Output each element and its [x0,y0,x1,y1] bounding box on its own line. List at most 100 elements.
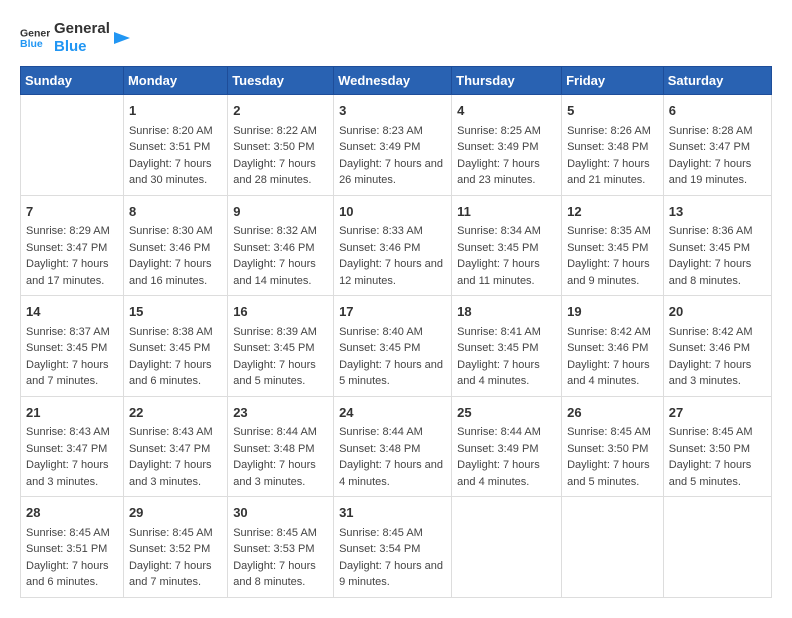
calendar-cell: 14Sunrise: 8:37 AMSunset: 3:45 PMDayligh… [21,296,124,397]
calendar-cell: 6Sunrise: 8:28 AMSunset: 3:47 PMDaylight… [663,95,771,196]
sunset-text: Sunset: 3:51 PM [26,541,118,558]
day-number: 1 [129,101,222,121]
calendar-cell: 11Sunrise: 8:34 AMSunset: 3:45 PMDayligh… [452,195,562,296]
sunset-text: Sunset: 3:45 PM [457,240,556,257]
calendar-cell: 30Sunrise: 8:45 AMSunset: 3:53 PMDayligh… [228,497,334,598]
logo: General Blue General Blue [20,20,132,56]
header-tuesday: Tuesday [228,67,334,95]
daylight-text: Daylight: 7 hours and 4 minutes. [567,357,658,390]
calendar-cell: 5Sunrise: 8:26 AMSunset: 3:48 PMDaylight… [562,95,664,196]
daylight-text: Daylight: 7 hours and 30 minutes. [129,156,222,189]
sunset-text: Sunset: 3:47 PM [669,139,766,156]
calendar-cell [452,497,562,598]
sunrise-text: Sunrise: 8:45 AM [339,525,446,542]
sunrise-text: Sunrise: 8:40 AM [339,324,446,341]
daylight-text: Daylight: 7 hours and 8 minutes. [233,558,328,591]
sunrise-text: Sunrise: 8:29 AM [26,223,118,240]
sunrise-text: Sunrise: 8:36 AM [669,223,766,240]
sunset-text: Sunset: 3:45 PM [26,340,118,357]
day-number: 24 [339,403,446,423]
logo-general: General [54,20,110,38]
calendar-cell: 2Sunrise: 8:22 AMSunset: 3:50 PMDaylight… [228,95,334,196]
daylight-text: Daylight: 7 hours and 8 minutes. [669,256,766,289]
sunrise-text: Sunrise: 8:28 AM [669,123,766,140]
header-wednesday: Wednesday [334,67,452,95]
calendar-cell: 7Sunrise: 8:29 AMSunset: 3:47 PMDaylight… [21,195,124,296]
sunset-text: Sunset: 3:46 PM [567,340,658,357]
day-number: 12 [567,202,658,222]
calendar-cell: 29Sunrise: 8:45 AMSunset: 3:52 PMDayligh… [123,497,227,598]
sunset-text: Sunset: 3:48 PM [567,139,658,156]
calendar-cell: 24Sunrise: 8:44 AMSunset: 3:48 PMDayligh… [334,396,452,497]
sunrise-text: Sunrise: 8:42 AM [669,324,766,341]
day-number: 10 [339,202,446,222]
daylight-text: Daylight: 7 hours and 9 minutes. [339,558,446,591]
sunset-text: Sunset: 3:52 PM [129,541,222,558]
calendar-table: SundayMondayTuesdayWednesdayThursdayFrid… [20,66,772,598]
sunset-text: Sunset: 3:53 PM [233,541,328,558]
week-row-2: 7Sunrise: 8:29 AMSunset: 3:47 PMDaylight… [21,195,772,296]
header-friday: Friday [562,67,664,95]
daylight-text: Daylight: 7 hours and 5 minutes. [233,357,328,390]
sunrise-text: Sunrise: 8:43 AM [129,424,222,441]
daylight-text: Daylight: 7 hours and 4 minutes. [339,457,446,490]
sunset-text: Sunset: 3:54 PM [339,541,446,558]
calendar-cell: 1 Sunrise: 8:20 AMSunset: 3:51 PMDaylight… [123,95,227,196]
sunset-text: Sunset: 3:50 PM [567,441,658,458]
day-number: 16 [233,302,328,322]
calendar-cell: 31Sunrise: 8:45 AMSunset: 3:54 PMDayligh… [334,497,452,598]
day-number: 14 [26,302,118,322]
sunrise-text: Sunrise: 8:38 AM [129,324,222,341]
sunset-text: Sunset: 3:49 PM [339,139,446,156]
sunrise-text: Sunrise: 8:43 AM [26,424,118,441]
sunset-text: Sunset: 3:46 PM [233,240,328,257]
sunrise-text: Sunrise: 8:20 AM [129,123,222,140]
daylight-text: Daylight: 7 hours and 4 minutes. [457,457,556,490]
sunrise-text: Sunrise: 8:41 AM [457,324,556,341]
daylight-text: Daylight: 7 hours and 5 minutes. [339,357,446,390]
calendar-cell: 25Sunrise: 8:44 AMSunset: 3:49 PMDayligh… [452,396,562,497]
daylight-text: Daylight: 7 hours and 3 minutes. [669,357,766,390]
day-number: 19 [567,302,658,322]
daylight-text: Daylight: 7 hours and 4 minutes. [457,357,556,390]
header-sunday: Sunday [21,67,124,95]
day-number: 20 [669,302,766,322]
calendar-cell: 21Sunrise: 8:43 AMSunset: 3:47 PMDayligh… [21,396,124,497]
daylight-text: Daylight: 7 hours and 5 minutes. [567,457,658,490]
day-number: 17 [339,302,446,322]
day-number: 27 [669,403,766,423]
daylight-text: Daylight: 7 hours and 26 minutes. [339,156,446,189]
calendar-cell: 13Sunrise: 8:36 AMSunset: 3:45 PMDayligh… [663,195,771,296]
sunset-text: Sunset: 3:51 PM [129,139,222,156]
sunrise-text: Sunrise: 8:23 AM [339,123,446,140]
sunrise-text: Sunrise: 8:30 AM [129,223,222,240]
sunrise-text: Sunrise: 8:22 AM [233,123,328,140]
svg-text:Blue: Blue [20,38,43,50]
sunset-text: Sunset: 3:45 PM [567,240,658,257]
day-number: 3 [339,101,446,121]
calendar-cell: 20Sunrise: 8:42 AMSunset: 3:46 PMDayligh… [663,296,771,397]
header-saturday: Saturday [663,67,771,95]
daylight-text: Daylight: 7 hours and 6 minutes. [26,558,118,591]
calendar-cell: 3 Sunrise: 8:23 AMSunset: 3:49 PMDaylight… [334,95,452,196]
calendar-cell: 19Sunrise: 8:42 AMSunset: 3:46 PMDayligh… [562,296,664,397]
day-number: 2 [233,101,328,121]
day-number: 8 [129,202,222,222]
daylight-text: Daylight: 7 hours and 3 minutes. [233,457,328,490]
calendar-cell [562,497,664,598]
sunset-text: Sunset: 3:45 PM [233,340,328,357]
day-number: 30 [233,503,328,523]
sunrise-text: Sunrise: 8:25 AM [457,123,556,140]
sunset-text: Sunset: 3:50 PM [233,139,328,156]
day-number: 29 [129,503,222,523]
day-number: 15 [129,302,222,322]
calendar-cell: 23Sunrise: 8:44 AMSunset: 3:48 PMDayligh… [228,396,334,497]
page-header: General Blue General Blue [20,20,772,56]
week-row-4: 21Sunrise: 8:43 AMSunset: 3:47 PMDayligh… [21,396,772,497]
calendar-cell: 15Sunrise: 8:38 AMSunset: 3:45 PMDayligh… [123,296,227,397]
day-number: 21 [26,403,118,423]
day-number: 13 [669,202,766,222]
sunrise-text: Sunrise: 8:34 AM [457,223,556,240]
sunset-text: Sunset: 3:46 PM [129,240,222,257]
sunrise-text: Sunrise: 8:33 AM [339,223,446,240]
